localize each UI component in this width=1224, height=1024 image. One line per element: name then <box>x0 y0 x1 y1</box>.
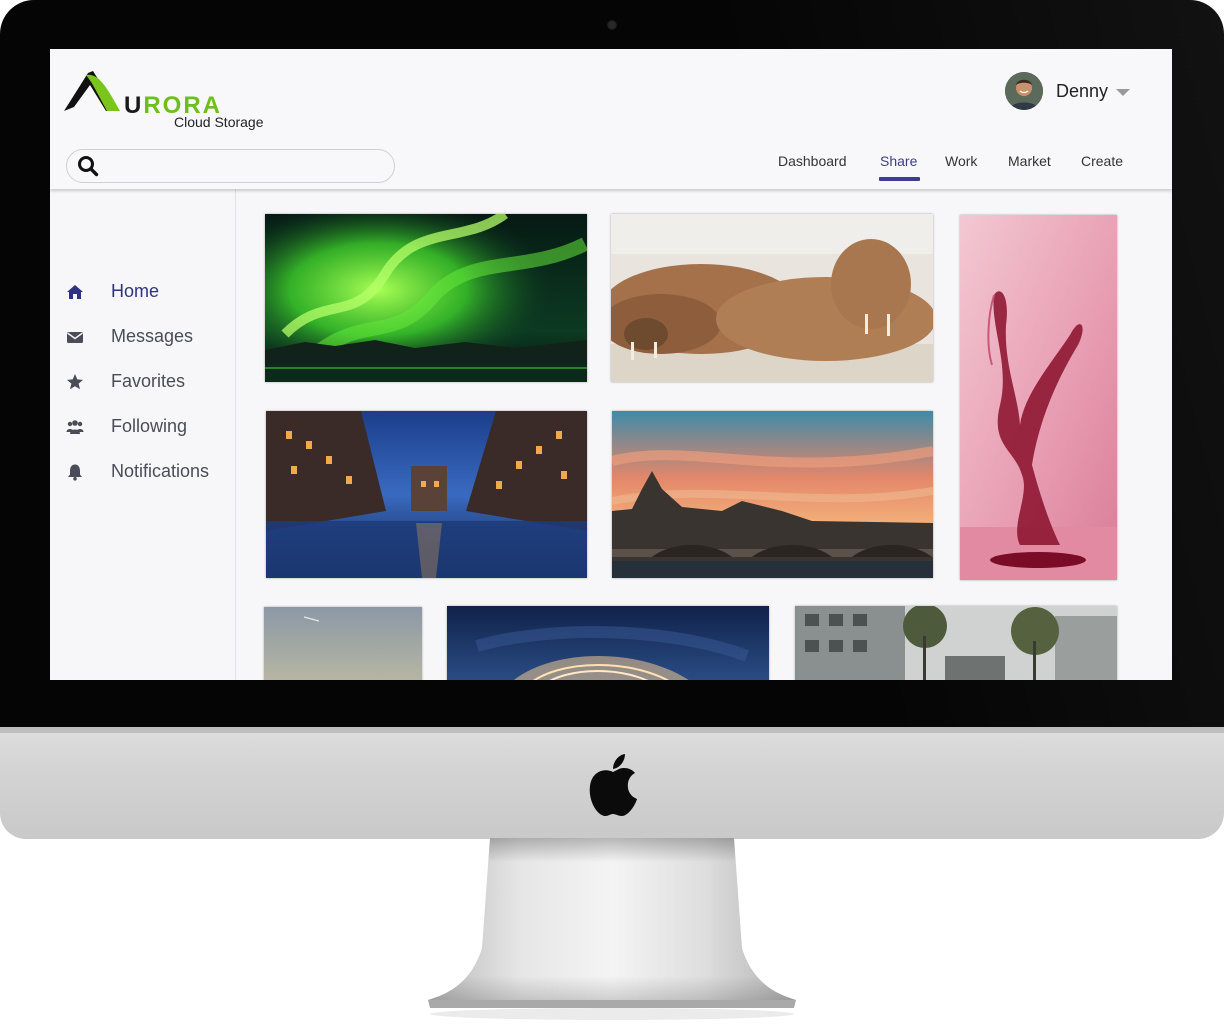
logo-subtitle: Cloud Storage <box>174 114 264 130</box>
bell-icon <box>68 464 82 481</box>
users-icon <box>66 420 84 434</box>
envelope-icon <box>67 332 83 343</box>
chin-edge <box>0 727 1224 733</box>
top-bar: URORA Cloud Storage Denny Dashboard Shar… <box>50 49 1172 189</box>
sidebar-item-label: Notifications <box>111 461 210 481</box>
sidebar-item-label: Messages <box>111 326 194 346</box>
tab-market[interactable]: Market <box>1008 153 1051 183</box>
chevron-down-icon[interactable] <box>1116 89 1130 96</box>
search-bar[interactable] <box>66 149 395 183</box>
sky-photo[interactable] <box>264 607 422 680</box>
app-screen: URORA Cloud Storage Denny Dashboard Shar… <box>50 49 1172 680</box>
sidebar-item-label: Following <box>111 416 188 436</box>
camera-icon <box>607 20 617 30</box>
wine-splash-photo[interactable] <box>960 215 1117 580</box>
star-icon <box>67 374 83 390</box>
sidebar: Home Messages Favorites Following Notifi… <box>50 189 236 680</box>
sidebar-item-favorites[interactable]: Favorites <box>50 369 235 395</box>
paris-bridge-photo[interactable] <box>612 411 933 578</box>
street-photo[interactable] <box>795 606 1117 680</box>
avatar[interactable] <box>1005 72 1043 110</box>
tab-dashboard[interactable]: Dashboard <box>778 153 847 183</box>
sidebar-item-home[interactable]: Home <box>50 279 235 305</box>
tab-work[interactable]: Work <box>945 153 977 183</box>
aurora-a-mark-icon <box>64 71 120 111</box>
avatar-image <box>1005 72 1043 110</box>
home-icon <box>67 285 83 299</box>
aurora-logo[interactable]: URORA Cloud Storage <box>62 69 272 133</box>
sidebar-item-following[interactable]: Following <box>50 414 235 440</box>
sidebar-item-label: Home <box>111 281 160 301</box>
search-icon[interactable] <box>77 155 99 177</box>
monitor-stand <box>428 838 796 1020</box>
sidebar-item-messages[interactable]: Messages <box>50 324 235 350</box>
active-tab-indicator <box>879 177 920 181</box>
aurora-photo[interactable] <box>265 214 587 382</box>
apple-logo-icon <box>589 754 637 816</box>
steel-wool-photo[interactable] <box>447 606 769 680</box>
canal-photo[interactable] <box>266 411 587 578</box>
walrus-photo[interactable] <box>611 214 933 382</box>
search-input[interactable] <box>107 154 381 180</box>
tab-create[interactable]: Create <box>1081 153 1123 183</box>
logo-letter: U <box>124 92 144 119</box>
user-name[interactable]: Denny <box>1056 81 1108 102</box>
sidebar-item-label: Favorites <box>111 371 186 391</box>
sidebar-item-notifications[interactable]: Notifications <box>50 459 235 485</box>
